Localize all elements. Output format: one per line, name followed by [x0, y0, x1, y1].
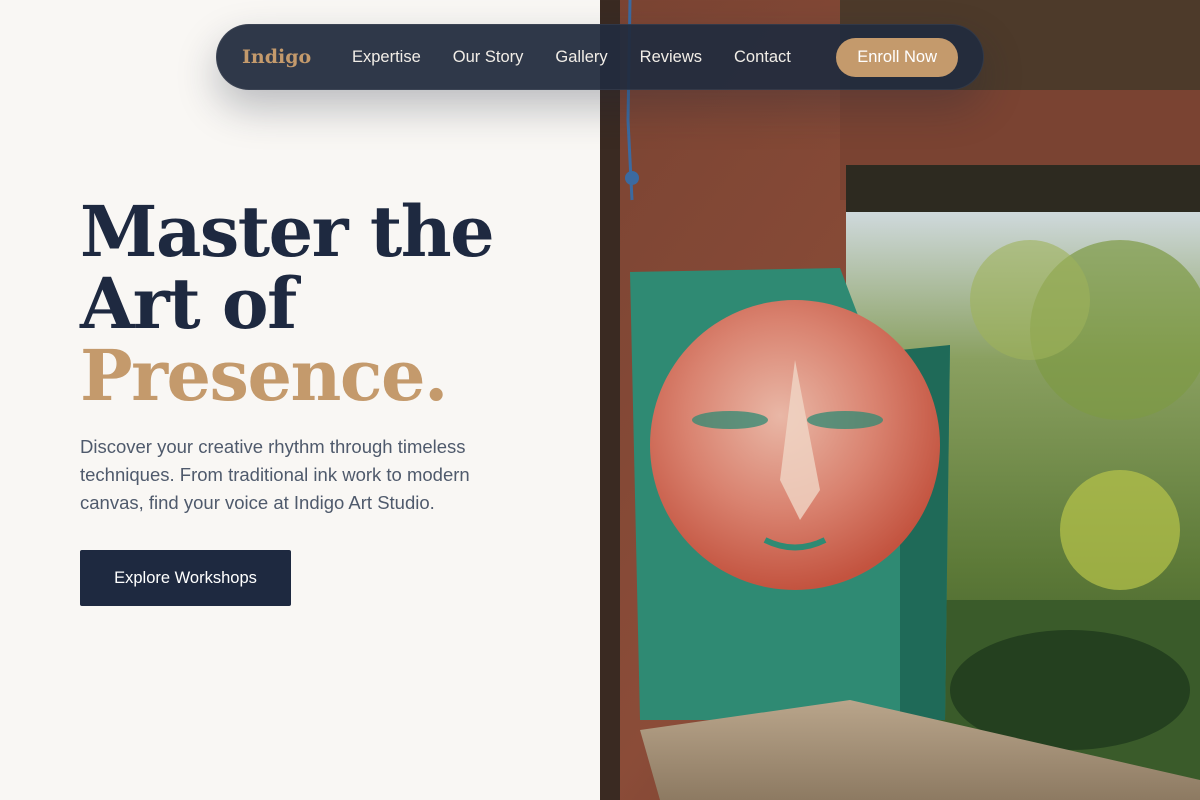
hero-description: Discover your creative rhythm through ti…: [80, 436, 470, 513]
brand-logo[interactable]: Indigo: [242, 46, 352, 68]
nav-link-contact[interactable]: Contact: [734, 48, 791, 67]
nav-link-gallery[interactable]: Gallery: [555, 48, 607, 67]
explore-workshops-button[interactable]: Explore Workshops: [80, 550, 291, 606]
nav-link-expertise[interactable]: Expertise: [352, 48, 421, 67]
nav-link-our-story[interactable]: Our Story: [453, 48, 524, 67]
nav-link-reviews[interactable]: Reviews: [640, 48, 702, 67]
nav-bar: Indigo Expertise Our Story Gallery Revie…: [216, 24, 984, 90]
headline-line-1: Master the: [80, 190, 495, 273]
hero-headline: Master the Art of Presence.: [80, 196, 580, 412]
headline-line-2: Art of: [80, 262, 297, 345]
hero-image: [600, 0, 1200, 800]
enroll-now-button[interactable]: Enroll Now: [836, 37, 958, 77]
nav-links: Expertise Our Story Gallery Reviews Cont…: [352, 48, 791, 67]
headline-accent: Presence.: [80, 334, 448, 417]
